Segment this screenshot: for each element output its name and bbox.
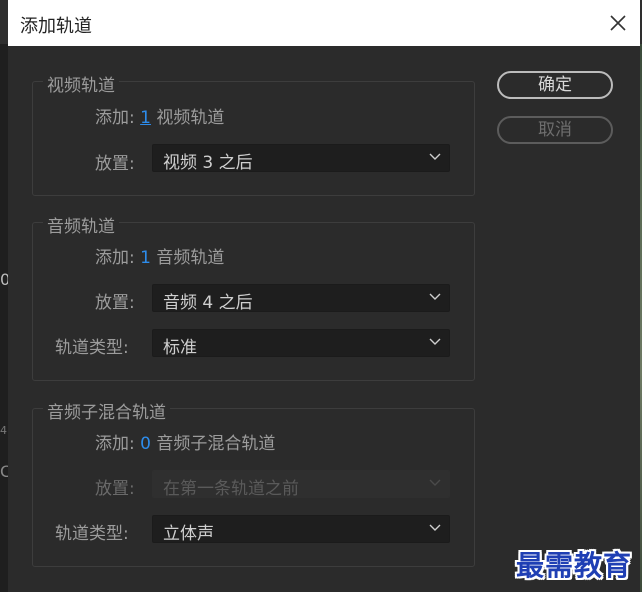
video-add-label: 添加: <box>95 108 135 128</box>
audio-type-select[interactable]: 标准 <box>152 329 450 358</box>
video-place-value: 视频 3 之后 <box>163 153 253 173</box>
audio-tracks-legend: 音频轨道 <box>43 212 119 237</box>
audio-place-value: 音频 4 之后 <box>163 293 253 313</box>
video-unit-label: 视频轨道 <box>156 108 225 128</box>
audio-type-label: 轨道类型: <box>55 338 129 358</box>
watermark-logo: 最需教育 <box>516 549 633 582</box>
submix-place-label: 放置: <box>95 479 135 499</box>
video-tracks-legend: 视频轨道 <box>43 71 119 96</box>
audio-place-select[interactable]: 音频 4 之后 <box>152 284 450 313</box>
cancel-button[interactable]: 取消 <box>497 116 613 144</box>
audio-tracks-group: 音频轨道 添加: 1 音频轨道 放置: 音频 4 之后 轨道类型: 标准 <box>32 212 475 381</box>
submix-place-select: 在第一条轨道之前 <box>152 470 450 499</box>
audio-add-row: 添加: 1 音频轨道 <box>95 243 224 268</box>
submix-place-value: 在第一条轨道之前 <box>163 479 299 499</box>
submix-type-label: 轨道类型: <box>55 524 129 544</box>
submix-unit-label: 音频子混合轨道 <box>156 434 276 454</box>
ok-button[interactable]: 确定 <box>497 71 613 99</box>
audio-place-label: 放置: <box>95 293 135 313</box>
dialog-titlebar: 添加轨道 <box>8 0 640 46</box>
submix-count-input[interactable]: 0 <box>140 434 151 454</box>
chevron-down-icon <box>429 293 441 300</box>
chevron-down-icon <box>429 338 441 345</box>
submix-type-value: 立体声 <box>163 524 214 544</box>
video-count-input[interactable]: 1 <box>140 108 151 128</box>
submix-tracks-legend: 音频子混合轨道 <box>43 398 170 423</box>
chevron-down-icon <box>429 479 441 486</box>
submix-tracks-group: 音频子混合轨道 添加: 0 音频子混合轨道 放置: 在第一条轨道之前 轨道类型:… <box>32 398 475 567</box>
submix-type-select[interactable]: 立体声 <box>152 515 450 544</box>
audio-count-input[interactable]: 1 <box>140 248 151 268</box>
add-tracks-dialog: 添加轨道 视频轨道 添加: 1 视频轨道 放置: 视频 3 之后 音频轨道 添加… <box>8 0 640 592</box>
chevron-down-icon <box>429 153 441 160</box>
submix-add-label: 添加: <box>95 434 135 454</box>
dialog-title: 添加轨道 <box>20 16 92 37</box>
close-icon <box>610 15 626 31</box>
video-place-label: 放置: <box>95 154 135 174</box>
audio-unit-label: 音频轨道 <box>156 248 225 268</box>
audio-add-label: 添加: <box>95 248 135 268</box>
submix-add-row: 添加: 0 音频子混合轨道 <box>95 429 275 454</box>
video-tracks-group: 视频轨道 添加: 1 视频轨道 放置: 视频 3 之后 <box>32 71 475 196</box>
video-place-select[interactable]: 视频 3 之后 <box>152 144 450 173</box>
close-button[interactable] <box>596 0 640 46</box>
video-add-row: 添加: 1 视频轨道 <box>95 103 224 128</box>
chevron-down-icon <box>429 524 441 531</box>
audio-type-value: 标准 <box>163 338 197 358</box>
